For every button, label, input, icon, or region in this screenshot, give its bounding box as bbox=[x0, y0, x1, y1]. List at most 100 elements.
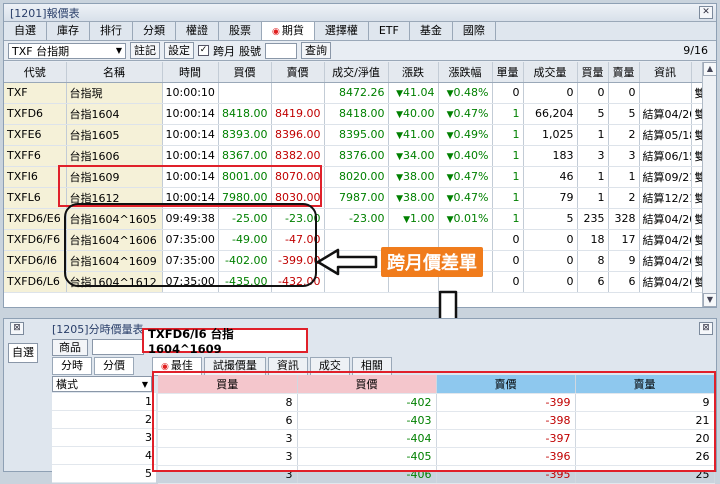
tab-0[interactable]: 自選 bbox=[4, 22, 47, 40]
market-tabs: 自選 庫存 排行 分類 權證 股票 ◉ 期貨 選擇權 ETF 基金 國際 bbox=[4, 22, 716, 41]
scroll-down-icon[interactable]: ▼ bbox=[703, 293, 716, 307]
page-indicator: 9/16 bbox=[683, 44, 708, 57]
cell-value: 台指1606 bbox=[69, 149, 120, 163]
column-header[interactable]: 賣價 bbox=[271, 62, 325, 83]
product-select[interactable]: TXF 台指期 ▼ bbox=[8, 42, 126, 59]
cell-value: 1 bbox=[628, 170, 636, 183]
note-button[interactable]: 註記 bbox=[130, 42, 160, 59]
cell-info: 結算04/20 bbox=[639, 229, 692, 251]
cell-value: 66,204 bbox=[535, 107, 574, 120]
column-header[interactable]: 資訊 bbox=[639, 62, 692, 83]
cell-value: TXFE6 bbox=[7, 128, 42, 141]
cell-value: 0 bbox=[628, 86, 636, 99]
column-header[interactable]: 漲跌幅 bbox=[438, 62, 493, 83]
cross-month-checkbox[interactable]: ✓ bbox=[198, 45, 209, 56]
cell-pct: ▼0.49% bbox=[438, 124, 493, 146]
cell-value: 1 bbox=[512, 128, 520, 141]
cell-value: 6 bbox=[628, 275, 636, 288]
tab-8[interactable]: ETF bbox=[369, 22, 410, 40]
cell-value: 0 bbox=[566, 86, 574, 99]
tab-3[interactable]: 分類 bbox=[133, 22, 176, 40]
tab-6[interactable]: ◉ 期貨 bbox=[262, 22, 315, 40]
tab-1[interactable]: 庫存 bbox=[47, 22, 90, 40]
cell-info: 結算06/15 bbox=[639, 145, 692, 167]
table-row[interactable]: TXF台指現10:00:108472.26▼41.04▼0.48%0000雙 bbox=[4, 82, 703, 104]
tab-2[interactable]: 排行 bbox=[90, 22, 133, 40]
cell-pct: ▼0.48% bbox=[438, 82, 493, 104]
outer-close-icon[interactable]: ⊠ bbox=[10, 322, 24, 335]
left-tab-0[interactable]: 分時 bbox=[52, 357, 92, 375]
cell-value: TXFF6 bbox=[7, 149, 41, 162]
cell-last: 8376.00 bbox=[324, 145, 389, 167]
cell-pct: ▼0.40% bbox=[438, 145, 493, 167]
column-header[interactable]: 買量 bbox=[577, 62, 609, 83]
cell-chg: ▼34.00 bbox=[388, 145, 439, 167]
cell-value: 結算09/21 bbox=[642, 170, 691, 184]
cell-vol: 0 bbox=[523, 82, 578, 104]
radio-dot-icon: ◉ bbox=[272, 27, 280, 37]
left-tab-1[interactable]: 分價 bbox=[94, 357, 134, 375]
cell-value: 0.47% bbox=[453, 107, 489, 120]
table-row[interactable]: TXFD6 台指1604 10:00:14 8418.00 8419.00 8418.00… bbox=[4, 103, 703, 125]
query-button[interactable]: 查詢 bbox=[301, 42, 331, 59]
cell-ext: 雙 bbox=[691, 82, 703, 104]
tab-4[interactable]: 權證 bbox=[176, 22, 219, 40]
cell-value: 10:00:14 bbox=[165, 149, 215, 162]
side-tab-self-select[interactable]: 自選 bbox=[8, 343, 38, 363]
cell-vol: 79 bbox=[523, 187, 578, 209]
mode-chevron-down-icon: ▼ bbox=[141, 379, 148, 389]
cell-aq: 0 bbox=[608, 82, 640, 104]
stock-number-input[interactable] bbox=[265, 42, 297, 59]
window-close-icon[interactable]: ✕ bbox=[699, 6, 713, 19]
tab-10[interactable]: 國際 bbox=[453, 22, 496, 40]
cell-aq: 5 bbox=[608, 103, 640, 125]
down-triangle-icon: ▼ bbox=[446, 173, 454, 183]
column-header[interactable]: 成交量 bbox=[523, 62, 578, 83]
mode-select[interactable]: 橫式 ▼ bbox=[52, 376, 152, 392]
cell-code: TXFI6 bbox=[4, 166, 67, 188]
down-triangle-icon: ▼ bbox=[396, 131, 403, 141]
cell-value: 0 bbox=[566, 233, 574, 246]
settings-button[interactable]: 設定 bbox=[164, 42, 194, 59]
cell-vol: 46 bbox=[523, 166, 578, 188]
scroll-track[interactable] bbox=[703, 76, 716, 293]
cell-value: 0 bbox=[566, 275, 574, 288]
tab-5[interactable]: 股票 bbox=[219, 22, 262, 40]
quote-grid-scrollbar[interactable]: ▲ ▼ bbox=[702, 62, 716, 307]
scroll-up-icon[interactable]: ▲ bbox=[703, 62, 716, 76]
cell-info: 結算04/20 bbox=[639, 103, 692, 125]
column-header[interactable]: 買價 bbox=[218, 62, 272, 83]
cell-bq: 0 bbox=[577, 82, 609, 104]
cell-value: 0.47% bbox=[453, 191, 489, 204]
column-header[interactable]: 漲跌 bbox=[388, 62, 439, 83]
cell-sq: 1 bbox=[492, 187, 524, 209]
tab-7[interactable]: 選擇權 bbox=[315, 22, 369, 40]
cell-value: 0.48% bbox=[453, 86, 489, 99]
table-row[interactable]: TXFF6 台指1606 10:00:14 8367.00 8382.00 8376.00… bbox=[4, 145, 703, 167]
column-header[interactable]: 名稱 bbox=[66, 62, 163, 83]
down-triangle-icon: ▼ bbox=[446, 194, 454, 204]
cell-value: 8382.00 bbox=[275, 149, 321, 162]
cell-chg: ▼41.04 bbox=[388, 82, 439, 104]
column-header[interactable]: 時間 bbox=[162, 62, 219, 83]
cell-bq: 235 bbox=[577, 208, 609, 230]
cell-aq: 17 bbox=[608, 229, 640, 251]
column-header[interactable]: 代號 bbox=[4, 62, 67, 83]
table-row[interactable]: TXFE6 台指1605 10:00:14 8393.00 8396.00 8395.00… bbox=[4, 124, 703, 146]
tab-9[interactable]: 基金 bbox=[410, 22, 453, 40]
column-header-extra bbox=[691, 62, 703, 83]
cell-value: 結算04/20 bbox=[642, 233, 691, 247]
column-header[interactable]: 單量 bbox=[492, 62, 524, 83]
tab-label: 分時 bbox=[61, 359, 83, 372]
cell-value: 46 bbox=[559, 170, 574, 183]
quote-table-titlebar[interactable]: [1201]報價表 ✕ bbox=[4, 4, 716, 22]
cell-value: 10:00:10 bbox=[165, 86, 215, 99]
outer-close-right-icon[interactable]: ⊠ bbox=[699, 322, 713, 335]
down-triangle-icon: ▼ bbox=[396, 89, 403, 99]
down-triangle-icon: ▼ bbox=[446, 110, 454, 120]
column-header[interactable]: 賣量 bbox=[608, 62, 640, 83]
product-input[interactable] bbox=[92, 339, 144, 355]
cell-value: 雙 bbox=[695, 150, 702, 163]
cell-code: TXFD6/F6 bbox=[4, 229, 67, 251]
column-header[interactable]: 成交/淨值 bbox=[324, 62, 389, 83]
